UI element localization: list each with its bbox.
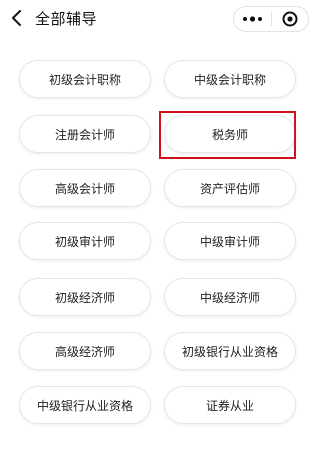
course-item[interactable]: 资产评估师: [164, 169, 296, 207]
course-item[interactable]: 中级会计职称: [164, 60, 296, 98]
course-item[interactable]: 中级审计师: [164, 222, 296, 260]
course-item[interactable]: 初级经济师: [19, 278, 151, 316]
course-item[interactable]: 注册会计师: [19, 115, 151, 153]
course-grid: 初级会计职称 中级会计职称 注册会计师 税务师 高级会计师 资产评估师 初级审计…: [0, 0, 315, 454]
course-item-selected[interactable]: 税务师: [164, 115, 296, 153]
course-item[interactable]: 中级银行从业资格: [19, 386, 151, 424]
course-item[interactable]: 中级经济师: [164, 278, 296, 316]
course-item[interactable]: 初级审计师: [19, 222, 151, 260]
course-item[interactable]: 初级会计职称: [19, 60, 151, 98]
course-item[interactable]: 初级银行从业资格: [164, 332, 296, 370]
course-item[interactable]: 高级经济师: [19, 332, 151, 370]
course-item[interactable]: 高级会计师: [19, 169, 151, 207]
course-item[interactable]: 证券从业: [164, 386, 296, 424]
